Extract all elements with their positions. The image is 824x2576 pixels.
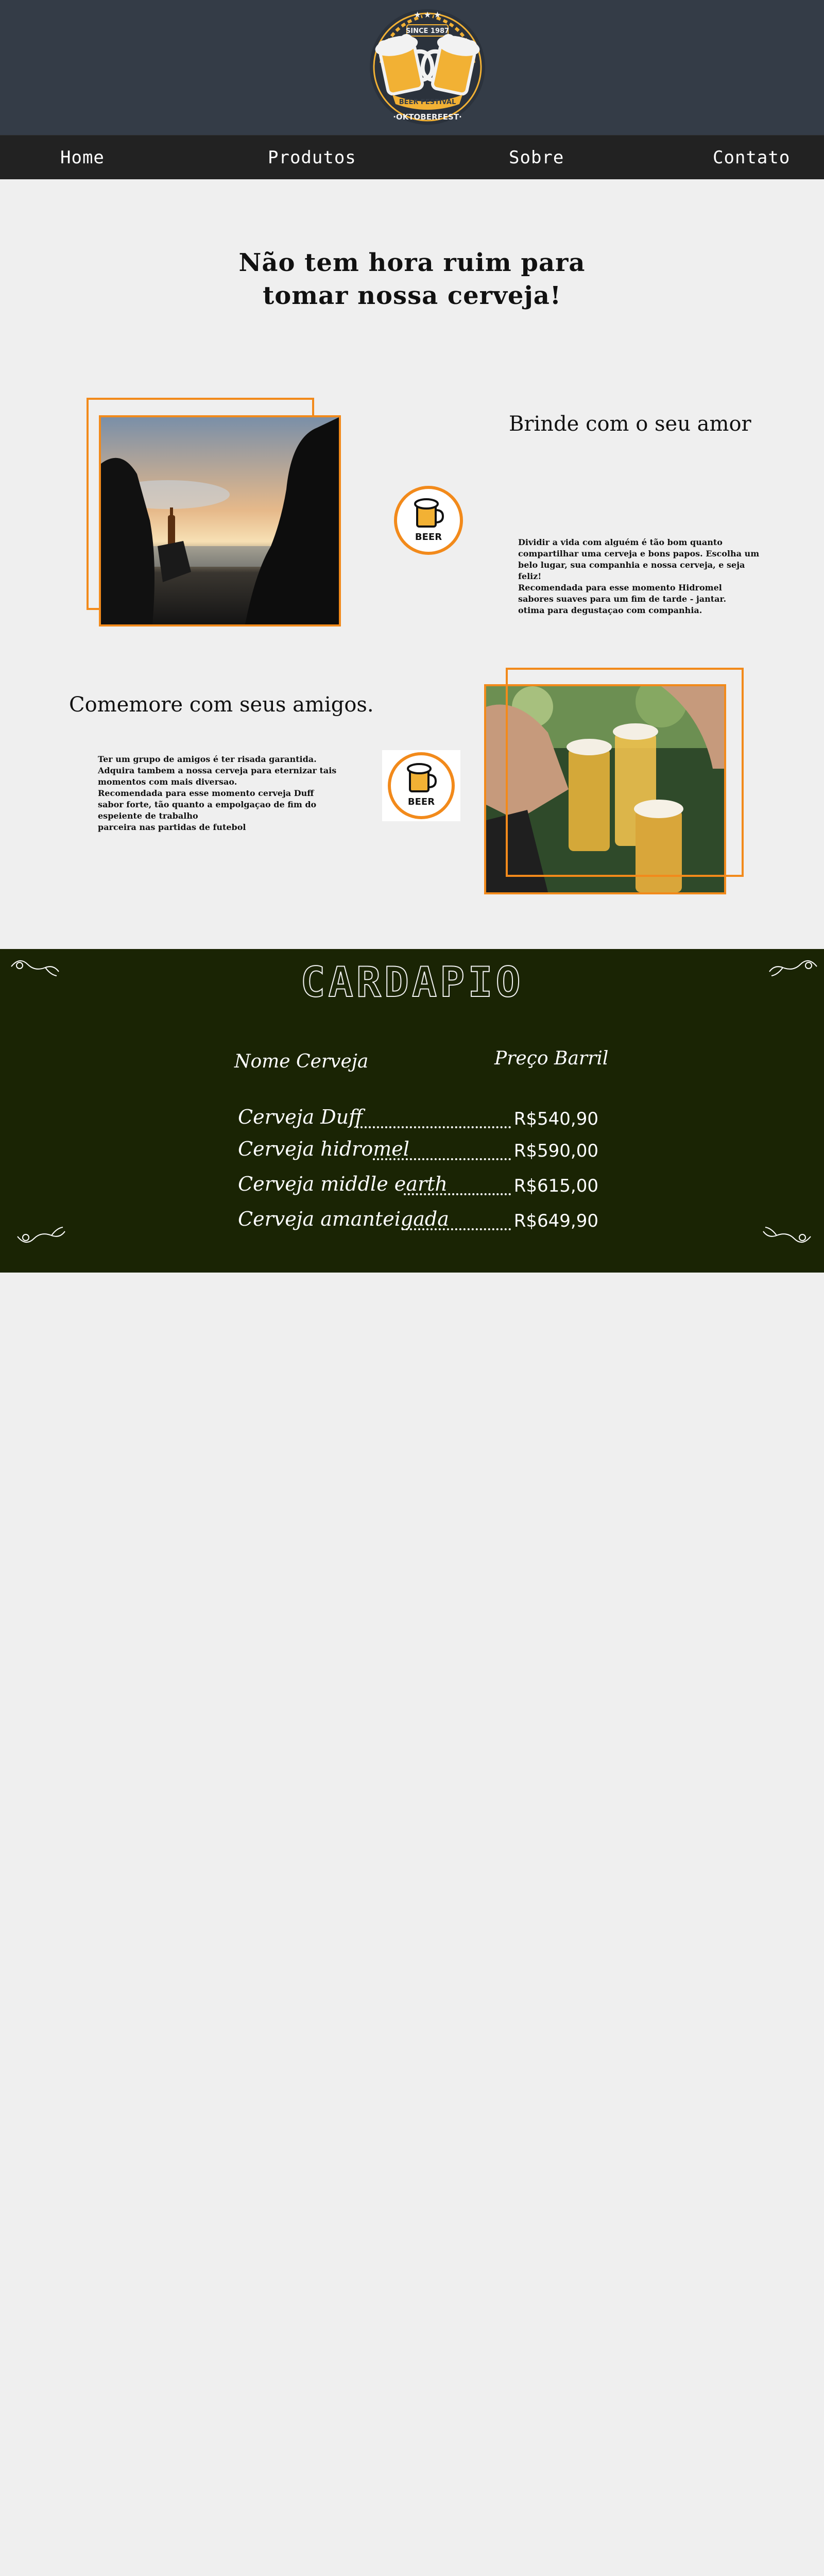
love-text-line: feliz! — [518, 571, 542, 581]
menu-item-price: R$649,90 — [513, 1211, 598, 1231]
svg-text:★ ★ ★: ★ ★ ★ — [414, 10, 441, 20]
beer-badge-icon: BEER — [394, 486, 463, 555]
intro-heading-line2: tomar nossa cerveja! — [263, 281, 561, 310]
couple-toast-photo — [99, 415, 341, 626]
friends-section-text: Ter um grupo de amigos é ter risada gara… — [98, 754, 336, 833]
menu-item-leader — [404, 1193, 511, 1195]
cardapio-title: CARDAPIO — [300, 958, 524, 1007]
nav-contato-link[interactable]: Contato — [713, 135, 790, 180]
friends-text-line: parceira nas partidas de futebol — [98, 822, 246, 832]
menu-item-name: Cerveja middle earth — [238, 1173, 448, 1195]
menu-item-price: R$540,90 — [513, 1109, 598, 1129]
friends-text-line: momentos com mais diversao. — [98, 777, 237, 787]
logo-ribbon-text: BEER FESTIVAL — [399, 98, 456, 106]
friends-text-line: Recomendada para esse momento cerveja Du… — [98, 788, 314, 798]
beer-badge-label: BEER — [408, 796, 435, 807]
love-text-line: otima para degustaçao com companhia. — [518, 605, 702, 615]
beer-mugs-logo-icon[interactable]: ★ ★ ★ SINCE 1987 BEER FESTIVAL ·OKTOBERF… — [360, 6, 494, 130]
nav-home-link[interactable]: Home — [60, 135, 105, 180]
nav-sobre-link[interactable]: Sobre — [509, 135, 564, 180]
flourish-bottom-right-icon — [763, 1227, 811, 1243]
menu-item-leader — [356, 1126, 511, 1128]
logo-top-text: SINCE 1987 — [406, 27, 449, 35]
menu-item-leader — [373, 1158, 511, 1160]
menu-item-name: Cerveja Duff — [238, 1106, 363, 1128]
friends-photo-front-frame — [506, 668, 744, 877]
logo-bottom-text: ·OKTOBERFEST· — [393, 112, 462, 122]
menu-item: Cerveja amanteigada R$649,90 — [238, 1208, 598, 1236]
menu-item-name: Cerveja hidromel — [238, 1138, 409, 1160]
menu-item-price: R$590,00 — [513, 1141, 598, 1161]
menu-item: Cerveja Duff R$540,90 — [238, 1106, 598, 1134]
flourish-top-left-icon — [11, 960, 59, 976]
main-nav: Home Produtos Sobre Contato — [0, 135, 824, 179]
friends-section-title: Comemore com seus amigos. — [69, 693, 374, 717]
friends-text-line: espeiente de trabalho — [98, 811, 198, 821]
friends-text-line: Ter um grupo de amigos é ter risada gara… — [98, 754, 317, 764]
love-text-line: compartilhar uma cerveja e bons papos. E… — [518, 549, 760, 558]
love-text-line: belo lugar, sua companhia e nossa cervej… — [518, 560, 745, 570]
beer-badge-label: BEER — [415, 532, 442, 543]
col-head-name: Nome Cerveja — [234, 1051, 369, 1072]
friends-text-line: sabor forte, tão quanto a empolgaçao de … — [98, 800, 317, 809]
love-section-text: Dividir a vida com alguém é tão bom quan… — [518, 537, 759, 616]
love-text-line: sabores suaves para um fim de tarde - ja… — [518, 594, 727, 604]
col-head-price: Preço Barril — [494, 1048, 609, 1069]
menu-item-name: Cerveja amanteigada — [238, 1208, 449, 1230]
cardapio-section: CARDAPIO Nome Cerveja Preço Barril Cerve… — [0, 949, 824, 1273]
love-section-title: Brinde com o seu amor — [509, 412, 751, 436]
site-header: ★ ★ ★ SINCE 1987 BEER FESTIVAL ·OKTOBERF… — [0, 0, 824, 135]
menu-item: Cerveja hidromel R$590,00 — [238, 1138, 598, 1166]
flourish-top-right-icon — [769, 960, 817, 976]
friends-text-line: Adquira tambem a nossa cerveja para eter… — [98, 766, 337, 775]
menu-item-price: R$615,00 — [513, 1176, 598, 1196]
nav-produtos-link[interactable]: Produtos — [268, 135, 356, 180]
love-text-line: Recomendada para esse momento Hidromel — [518, 583, 722, 592]
love-text-line: Dividir a vida com alguém é tão bom quan… — [518, 537, 723, 547]
beer-badge-icon: BEER — [382, 750, 460, 821]
intro-heading-line1: Não tem hora ruim para — [238, 248, 586, 277]
flourish-bottom-left-icon — [17, 1227, 65, 1243]
menu-item-leader — [402, 1228, 511, 1230]
menu-item: Cerveja middle earth R$615,00 — [238, 1173, 598, 1201]
intro-heading: Não tem hora ruim para tomar nossa cerve… — [206, 246, 618, 312]
